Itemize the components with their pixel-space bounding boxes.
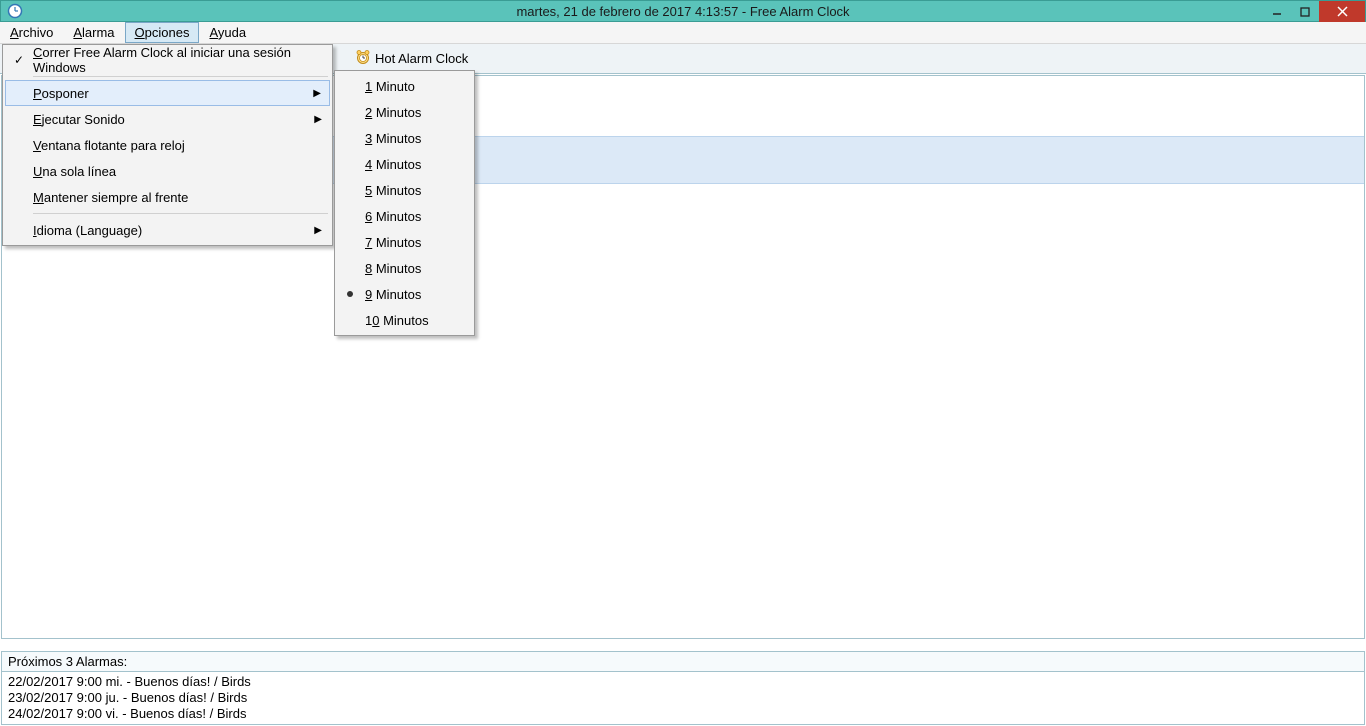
hot-alarm-clock-button[interactable]: Hot Alarm Clock (348, 47, 475, 71)
menu-alarma[interactable]: Alarma (63, 22, 124, 43)
posponer-submenu: 1 Minuto 2 Minutos 3 Minutos 4 Minutos 5… (334, 70, 475, 336)
status-title: Próximos 3 Alarmas: (2, 652, 1364, 672)
posponer-3min[interactable]: 3 Minutos (337, 125, 472, 151)
opt-mantener-frente[interactable]: Mantener siempre al frente (5, 184, 330, 210)
status-line-1: 22/02/2017 9:00 mi. - Buenos días! / Bir… (8, 674, 1358, 690)
menu-bar: Archivo Alarma Opciones Ayuda (0, 22, 1366, 44)
posponer-6min[interactable]: 6 Minutos (337, 203, 472, 229)
menu-opciones[interactable]: Opciones (125, 22, 200, 43)
menu-separator (33, 76, 328, 77)
menu-ayuda[interactable]: Ayuda (199, 22, 256, 43)
close-button[interactable] (1319, 1, 1365, 22)
menu-archivo[interactable]: Archivo (0, 22, 63, 43)
status-line-2: 23/02/2017 9:00 ju. - Buenos días! / Bir… (8, 690, 1358, 706)
posponer-5min[interactable]: 5 Minutos (337, 177, 472, 203)
status-bar: Próximos 3 Alarmas: 22/02/2017 9:00 mi. … (1, 651, 1365, 725)
window-controls (1263, 1, 1365, 21)
posponer-9min[interactable]: 9 Minutos (337, 281, 472, 307)
maximize-button[interactable] (1291, 1, 1319, 22)
chevron-right-icon: ▶ (313, 88, 321, 99)
opt-una-sola-linea[interactable]: Una sola línea (5, 158, 330, 184)
check-icon: ✓ (11, 52, 27, 68)
hot-alarm-clock-icon (355, 49, 371, 68)
opt-ejecutar-sonido[interactable]: Ejecutar Sonido ▶ (5, 106, 330, 132)
posponer-10min[interactable]: 10 Minutos (337, 307, 472, 333)
posponer-4min[interactable]: 4 Minutos (337, 151, 472, 177)
posponer-8min[interactable]: 8 Minutos (337, 255, 472, 281)
opt-run-startup[interactable]: ✓ Correr Free Alarm Clock al iniciar una… (5, 47, 330, 73)
status-line-3: 24/02/2017 9:00 vi. - Buenos días! / Bir… (8, 706, 1358, 722)
posponer-7min[interactable]: 7 Minutos (337, 229, 472, 255)
app-icon (7, 3, 23, 19)
posponer-1min[interactable]: 1 Minuto (337, 73, 472, 99)
title-bar: martes, 21 de febrero de 2017 4:13:57 - … (0, 0, 1366, 22)
hot-alarm-clock-label: Hot Alarm Clock (375, 51, 468, 66)
chevron-right-icon: ▶ (314, 114, 322, 125)
opt-ventana-flotante[interactable]: Ventana flotante para reloj (5, 132, 330, 158)
opt-idioma[interactable]: Idioma (Language) ▶ (5, 217, 330, 243)
window-title: martes, 21 de febrero de 2017 4:13:57 - … (516, 4, 849, 19)
posponer-2min[interactable]: 2 Minutos (337, 99, 472, 125)
opt-posponer[interactable]: Posponer ▶ (5, 80, 330, 106)
opciones-dropdown: ✓ Correr Free Alarm Clock al iniciar una… (2, 44, 333, 246)
chevron-right-icon: ▶ (314, 225, 322, 236)
minimize-button[interactable] (1263, 1, 1291, 22)
bullet-icon (347, 291, 353, 297)
menu-separator (33, 213, 328, 214)
